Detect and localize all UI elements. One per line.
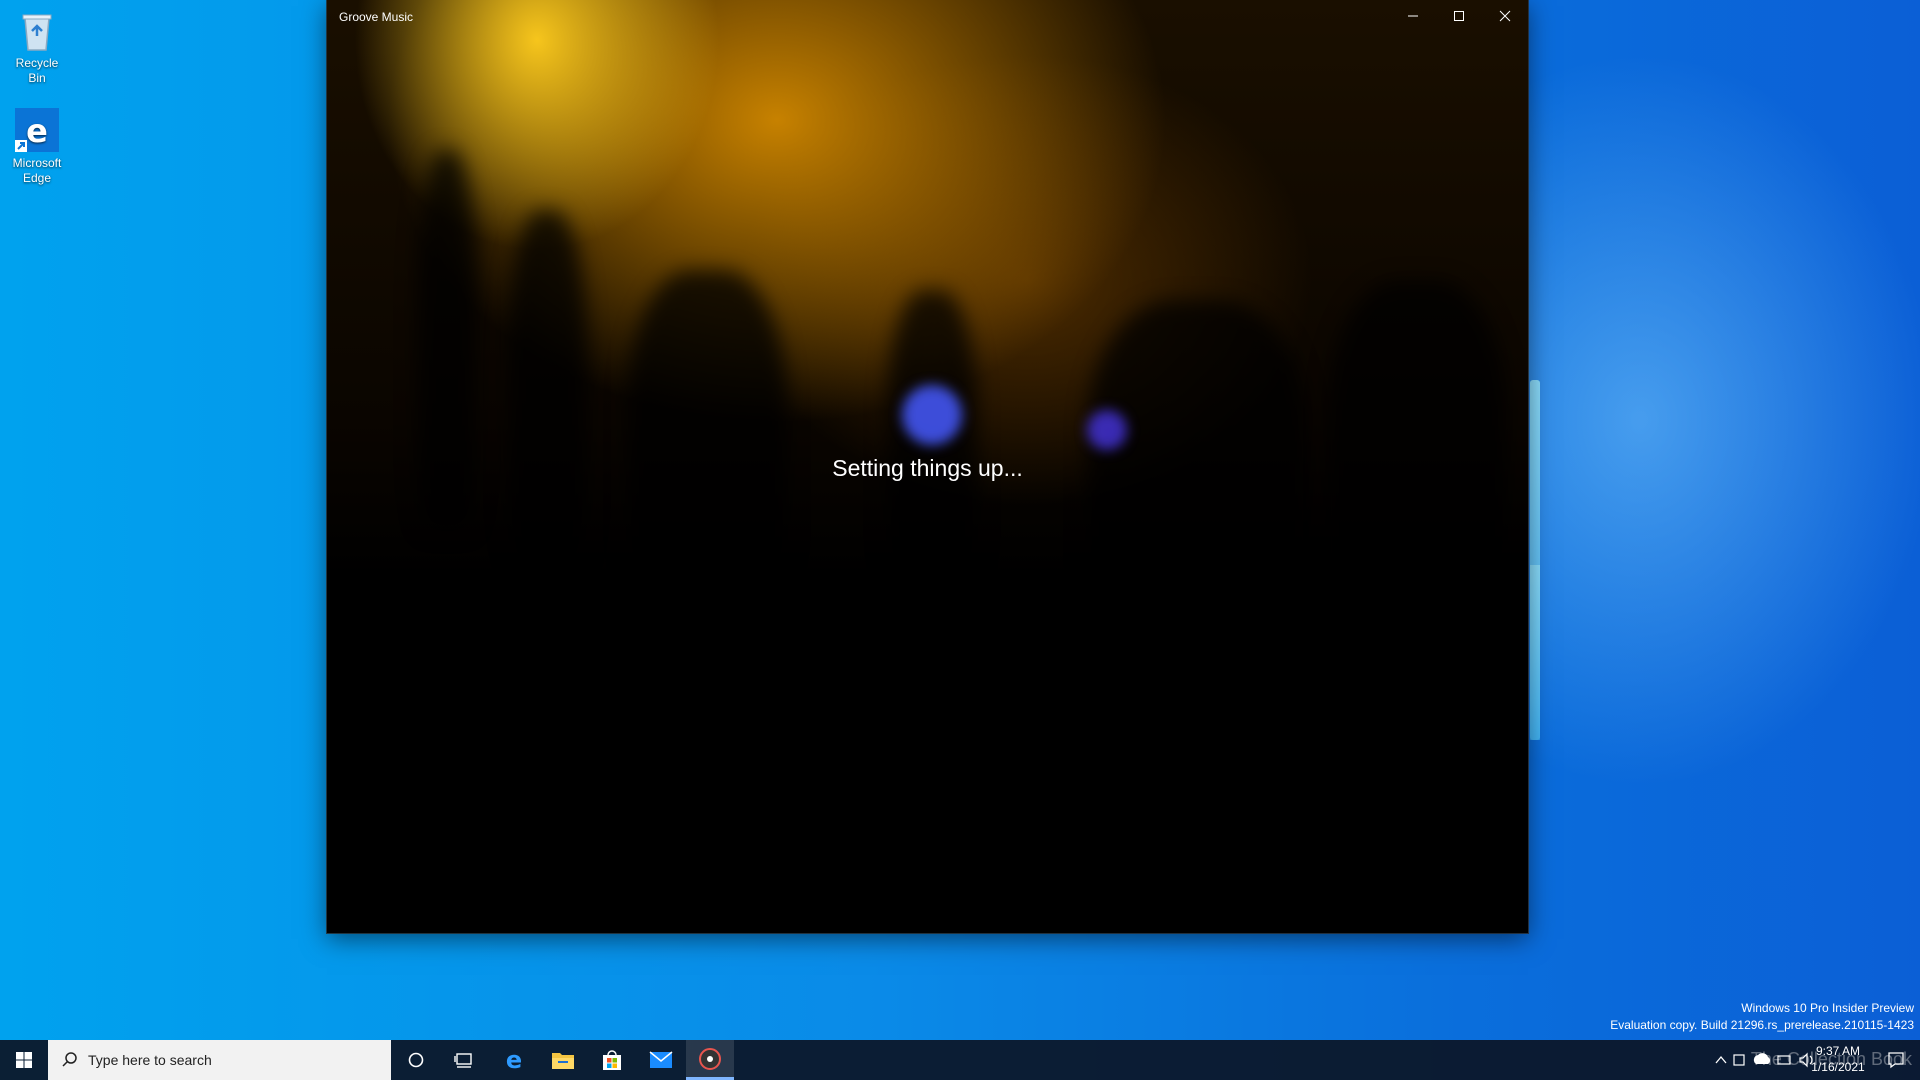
windows-watermark: Windows 10 Pro Insider Preview Evaluatio… [1610, 1000, 1914, 1034]
close-icon [1499, 10, 1511, 22]
minimize-icon [1408, 15, 1418, 17]
window-titlebar[interactable]: Groove Music [327, 0, 1528, 32]
store-icon [603, 1050, 621, 1070]
desktop-icon-label: Microsoft Edge [12, 156, 62, 185]
taskbar-edge-button[interactable]: e [490, 1040, 538, 1080]
maximize-icon [1454, 11, 1464, 21]
taskbar-file-explorer-button[interactable] [539, 1040, 587, 1080]
close-button[interactable] [1482, 0, 1528, 32]
svg-text:e: e [506, 1048, 522, 1072]
groove-music-window[interactable]: Groove Music Setting things up... [327, 0, 1528, 933]
edge-icon: e [13, 106, 61, 154]
watermark-logo: The Collection Book [1750, 1049, 1912, 1069]
bokeh-light [1087, 410, 1127, 450]
desktop-icon-microsoft-edge[interactable]: e Microsoft Edge [6, 106, 68, 186]
cortana-button[interactable] [392, 1040, 440, 1080]
cortana-icon [408, 1052, 424, 1068]
minimize-button[interactable] [1390, 0, 1436, 32]
maximize-button[interactable] [1436, 0, 1482, 32]
edge-icon: e [506, 1048, 522, 1072]
setup-status-text: Setting things up... [832, 455, 1023, 481]
taskbar-store-button[interactable] [588, 1040, 636, 1080]
taskbar: Type here to search e 9:37 AM 1/16/2021 … [0, 1040, 1920, 1080]
recycle-bin-icon [13, 6, 61, 54]
groove-music-icon [699, 1047, 721, 1070]
desktop-icon-label: Recycle Bin [15, 56, 59, 85]
search-icon [62, 1052, 77, 1067]
mail-icon [649, 1051, 673, 1068]
crowd-silhouette [1327, 280, 1507, 610]
start-button[interactable] [0, 1040, 48, 1080]
taskbar-mail-button[interactable] [637, 1040, 685, 1080]
taskbar-groove-music-button[interactable] [686, 1040, 734, 1080]
bokeh-light [902, 385, 962, 445]
task-view-icon [454, 1053, 472, 1068]
desktop-light-beam-lower [1530, 565, 1540, 740]
chevron-up-icon [1715, 1055, 1727, 1064]
windows-logo-icon [16, 1052, 32, 1068]
folder-icon [552, 1053, 574, 1069]
desktop-icon-recycle-bin[interactable]: Recycle Bin [6, 6, 68, 86]
svg-text:e: e [26, 112, 48, 150]
crowd-silhouette [507, 210, 587, 570]
task-view-button[interactable] [440, 1040, 488, 1080]
taskbar-search-box[interactable]: Type here to search [48, 1040, 391, 1080]
crowd-silhouette [627, 270, 787, 600]
device-icon [1733, 1054, 1745, 1066]
watermark-edition: Windows 10 Pro Insider Preview [1741, 1001, 1914, 1015]
window-title: Groove Music [339, 10, 414, 24]
watermark-build: Evaluation copy. Build 21296.rs_prerelea… [1610, 1018, 1914, 1032]
search-placeholder: Type here to search [88, 1052, 212, 1068]
